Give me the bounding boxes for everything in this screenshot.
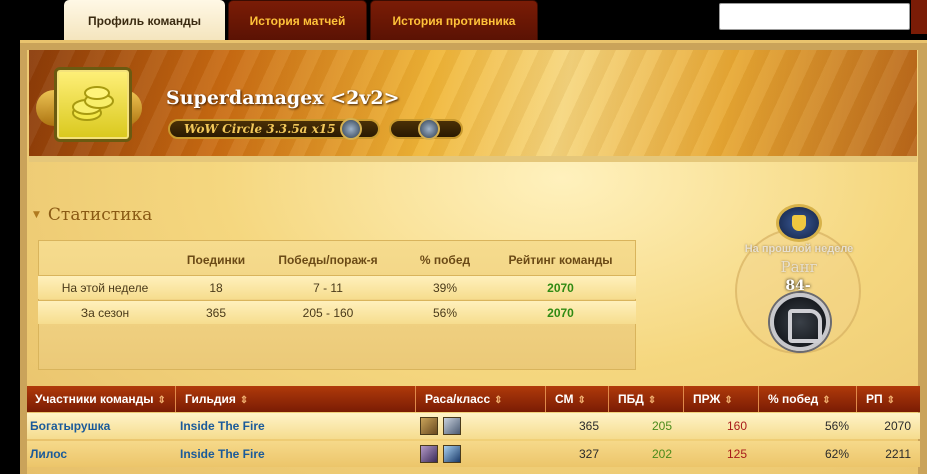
stats-row-label: За сезон: [80, 306, 130, 320]
rank-period-label: На прошлой неделе: [744, 243, 854, 255]
tab-match-history[interactable]: История матчей: [228, 0, 367, 42]
member-rating: 2211: [885, 447, 911, 461]
mage-icon: [443, 445, 461, 463]
member-rating: 2070: [884, 419, 911, 433]
undead-icon: [420, 445, 438, 463]
search-button[interactable]: [911, 0, 927, 34]
sort-icon: ⇕: [157, 395, 166, 406]
stats-row-season: За сезон 365 205 - 160 56% 2070: [38, 300, 636, 324]
col-header-guild[interactable]: Гильдия ⇕: [177, 386, 416, 412]
stats-header-games: Поединки: [186, 253, 246, 267]
stats-games: 18: [209, 281, 223, 295]
rank-title: Ранг: [780, 258, 818, 276]
realm-crest-icon: [340, 118, 362, 140]
col-header-games[interactable]: СМ ⇕: [547, 386, 609, 412]
stats-wl: 205 - 160: [302, 306, 354, 320]
stats-header-rating: Рейтинг команды: [508, 253, 613, 267]
col-header-member[interactable]: Участники команды ⇕: [27, 386, 176, 412]
member-name-link[interactable]: Богатырушка: [30, 413, 110, 439]
search-input[interactable]: [719, 3, 910, 30]
sort-icon: ⇕: [494, 395, 503, 406]
member-games: 365: [578, 419, 599, 433]
stats-pct: 39%: [432, 281, 458, 295]
collapse-arrow-icon: ▼: [33, 210, 40, 220]
stats-wl: 7 - 11: [313, 281, 343, 295]
stats-header-wl: Победы/пораж-я: [278, 253, 378, 267]
human-icon: [420, 417, 438, 435]
alliance-icon: [418, 118, 440, 140]
stats-games: 365: [205, 306, 227, 320]
col-header-rating[interactable]: РП ⇕: [858, 386, 920, 412]
member-losses: 125: [726, 447, 747, 461]
stats-title-text: Статистика: [47, 205, 153, 225]
sort-icon: ⇕: [239, 395, 249, 406]
sort-icon: ⇕: [822, 395, 831, 406]
team-name: Superdamagex <2v2>: [166, 87, 400, 109]
member-games: 327: [578, 447, 599, 461]
member-wins: 202: [651, 447, 672, 461]
col-header-losses[interactable]: ПРЖ ⇕: [685, 386, 759, 412]
stats-header-row: Поединки Победы/пораж-я % побед Рейтинг …: [38, 253, 636, 275]
tab-team-profile[interactable]: Профиль команды: [64, 0, 225, 42]
member-wins: 205: [651, 419, 672, 433]
guild-link[interactable]: Inside The Fire: [180, 441, 265, 467]
member-pct: 56%: [824, 419, 849, 433]
stats-rating: 2070: [547, 281, 574, 295]
sort-icon: ⇕: [647, 395, 657, 406]
members-header-row: Участники команды ⇕ Гильдия ⇕ Раса/класс ⇕ …: [27, 386, 920, 412]
stats-pct: 56%: [432, 306, 458, 320]
member-losses: 160: [726, 419, 747, 433]
member-row: Лилос Inside The Fire 327 202 125 62% 22…: [27, 441, 920, 467]
member-name-link[interactable]: Лилос: [30, 441, 67, 467]
gold-coins-icon: [72, 86, 114, 121]
tab-opponent-history[interactable]: История противника: [370, 0, 538, 42]
stats-row-label: На этой неделе: [61, 281, 149, 295]
stats-rating: 2070: [547, 306, 574, 320]
rank-badge-icon: [770, 293, 830, 351]
stats-section-title[interactable]: ▼ Статистика: [33, 205, 152, 225]
warrior-icon: [443, 417, 461, 435]
member-row: Богатырушка Inside The Fire 365 205 160 …: [27, 413, 920, 439]
sort-icon: ⇕: [577, 395, 586, 406]
tab-bar: Профиль команды История матчей История п…: [64, 0, 538, 42]
alliance-crest-icon: [776, 204, 822, 242]
stats-header-pct: % побед: [419, 253, 471, 267]
sort-icon: ⇕: [724, 395, 733, 406]
col-header-race-class[interactable]: Раса/класс ⇕: [417, 386, 546, 412]
sort-icon: ⇕: [886, 395, 896, 406]
guild-link[interactable]: Inside The Fire: [180, 413, 265, 439]
col-header-pct[interactable]: % побед ⇕: [760, 386, 857, 412]
rank-value: 84-: [785, 278, 811, 294]
stats-row-week: На этой неделе 18 7 - 11 39% 2070: [38, 275, 636, 299]
team-emblem: [54, 67, 132, 142]
col-header-wins[interactable]: ПБД ⇕: [610, 386, 684, 412]
team-banner: [29, 50, 917, 162]
realm-label: WoW Circle 3.3.5a x15: [184, 122, 336, 136]
member-pct: 62%: [824, 447, 849, 461]
